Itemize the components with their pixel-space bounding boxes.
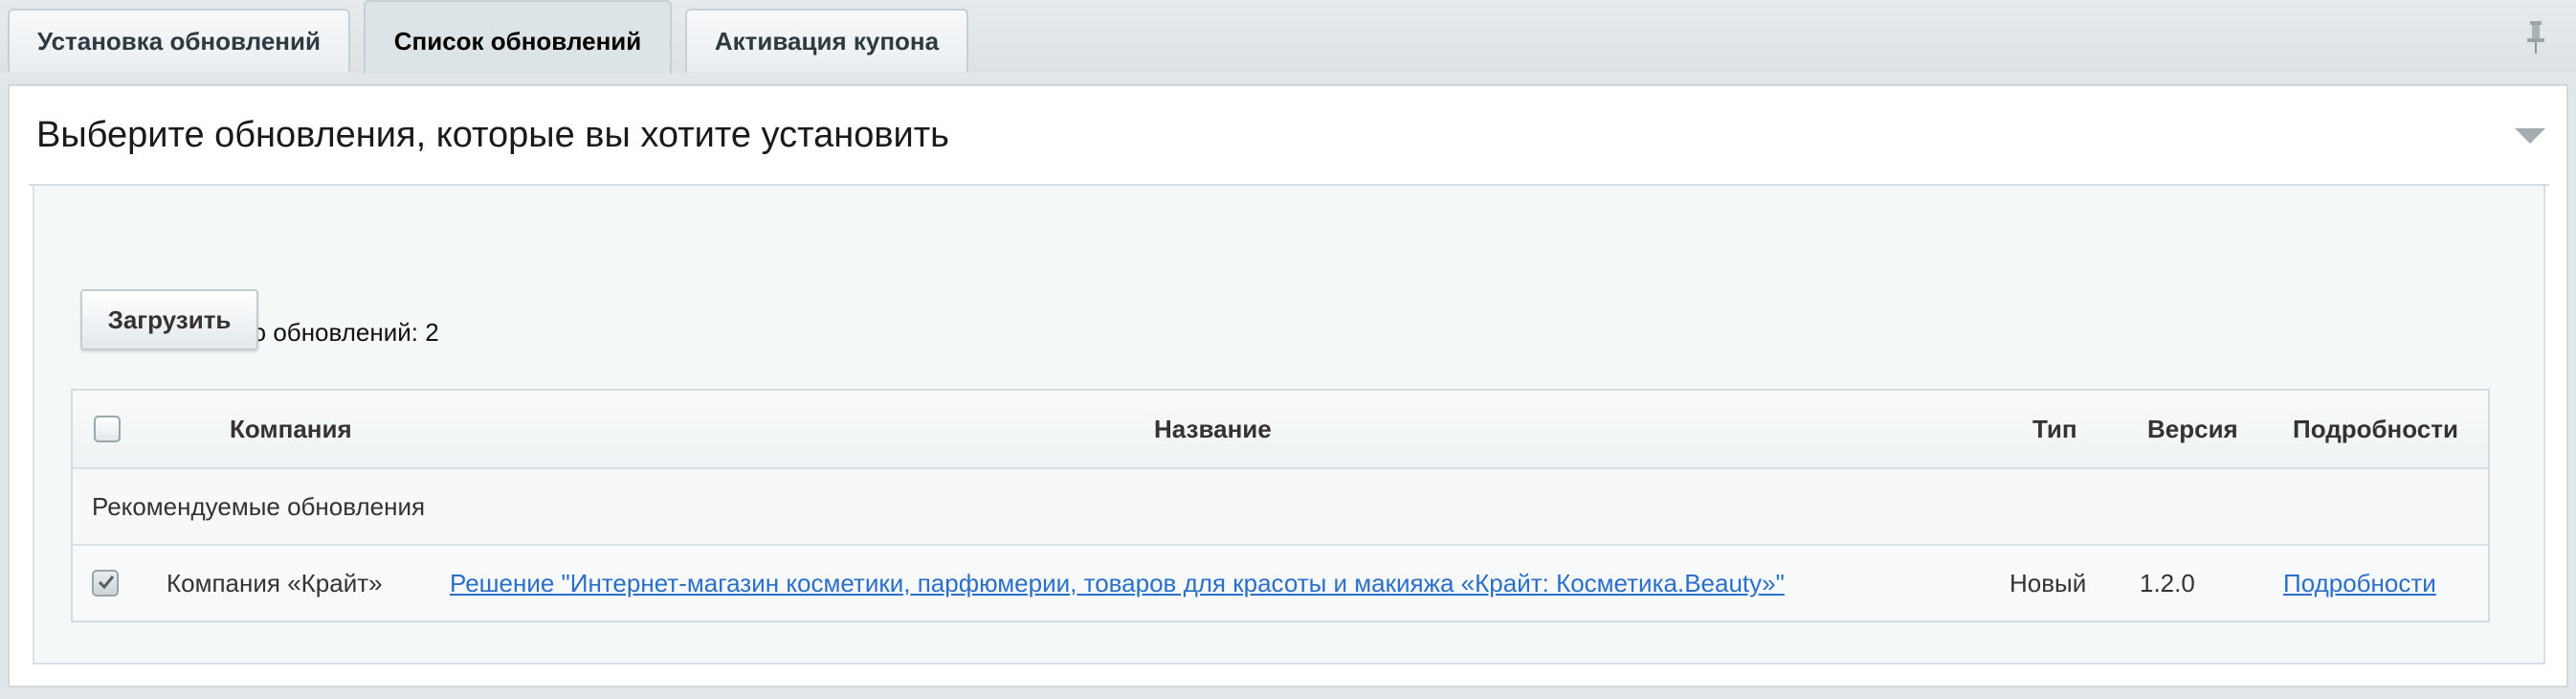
check-icon [98,575,115,590]
tab-coupon-activation-label: Активация купона [714,26,940,56]
row-name-link[interactable]: Решение "Интернет-магазин косметики, пар… [450,569,1785,598]
tab-updates-list[interactable]: Список обновлений [364,0,672,74]
group-label: Рекомендуемые обновления [92,491,426,521]
tab-install-updates[interactable]: Установка обновлений [8,9,350,72]
row-type: Новый [2010,568,2087,598]
tab-updates-list-label: Список обновлений [393,27,642,56]
updates-table: Компания Название Тип Версия Подробности… [71,389,2490,622]
table-group-row: Рекомендуемые обновления [73,469,2488,546]
row-name-cell: Решение "Интернет-магазин косметики, пар… [450,546,1785,620]
table-row: Компания «Крайт» Решение "Интернет-магаз… [73,546,2488,620]
tab-bar: Установка обновлений Список обновлений А… [0,0,2576,74]
select-all-checkbox[interactable] [94,416,121,442]
header-name: Название [1154,414,1272,443]
row-details-link[interactable]: Подробности [2283,569,2436,598]
row-checkbox[interactable] [92,570,119,597]
tab-install-updates-label: Установка обновлений [37,26,321,56]
row-company: Компания «Крайт» [167,568,383,598]
header-details: Подробности [2293,414,2458,443]
header-company: Компания [230,414,352,443]
pin-icon[interactable] [2522,19,2549,56]
header-version: Версия [2147,414,2238,443]
tab-coupon-activation[interactable]: Активация купона [685,9,968,72]
select-all-cell [94,391,121,467]
header-type: Тип [2032,414,2077,443]
panel-title: Выберите обновления, которые вы хотите у… [36,115,949,155]
row-version: 1.2.0 [2140,568,2195,598]
table-header-row: Компания Название Тип Версия Подробности [73,391,2488,469]
chevron-down-icon[interactable] [2511,124,2549,147]
row-select-cell [92,546,119,620]
load-button[interactable]: Загрузить [80,289,258,350]
row-details-cell: Подробности [2283,546,2436,620]
